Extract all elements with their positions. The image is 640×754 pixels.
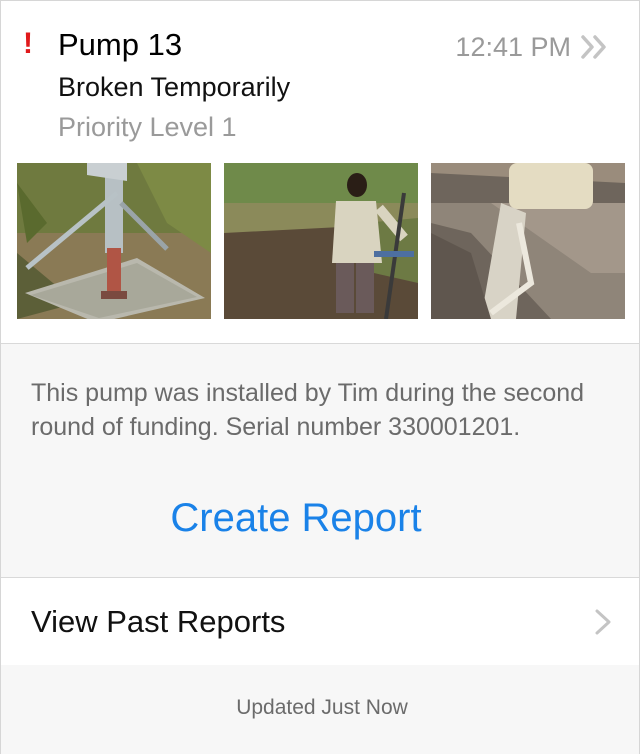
pump-detail-card: ! Pump 13 Broken Temporarily Priority Le… xyxy=(0,0,640,754)
exclamation-icon: ! xyxy=(23,27,33,60)
footer: Updated Just Now xyxy=(1,665,639,754)
double-chevron-right-icon[interactable] xyxy=(579,31,611,63)
pump-status: Broken Temporarily xyxy=(58,72,291,102)
timestamp: 12:41 PM xyxy=(455,32,571,62)
details-section: This pump was installed by Tim during th… xyxy=(1,343,639,578)
trough-photo[interactable] xyxy=(431,163,625,319)
create-report-button[interactable]: Create Report xyxy=(1,494,591,542)
pump-description: This pump was installed by Tim during th… xyxy=(31,379,585,441)
view-past-reports-label: View Past Reports xyxy=(31,604,286,639)
updated-status: Updated Just Now xyxy=(236,696,408,719)
view-past-reports-row[interactable]: View Past Reports xyxy=(1,577,639,666)
pump-photo[interactable] xyxy=(17,163,211,319)
priority-level: Priority Level 1 xyxy=(58,112,237,142)
pump-title: Pump 13 xyxy=(58,27,183,62)
pump-header: ! Pump 13 Broken Temporarily Priority Le… xyxy=(1,1,639,343)
chevron-right-icon xyxy=(595,609,611,635)
person-photo[interactable] xyxy=(224,163,418,319)
